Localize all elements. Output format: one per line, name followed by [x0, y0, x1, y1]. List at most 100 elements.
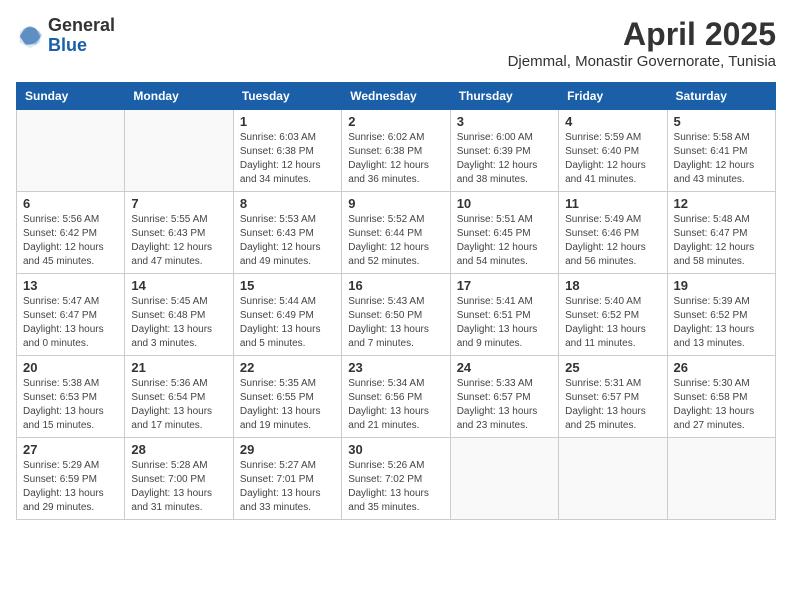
logo: General Blue — [16, 16, 115, 56]
day-number: 22 — [240, 360, 335, 375]
day-info: Sunrise: 5:51 AM Sunset: 6:45 PM Dayligh… — [457, 213, 552, 269]
day-info: Sunrise: 5:56 AM Sunset: 6:42 PM Dayligh… — [23, 213, 118, 269]
day-number: 16 — [348, 278, 443, 293]
calendar-cell: 12 Sunrise: 5:48 AM Sunset: 6:47 PM Dayli… — [667, 192, 775, 274]
calendar-cell: 15 Sunrise: 5:44 AM Sunset: 6:49 PM Dayli… — [233, 274, 341, 356]
day-info: Sunrise: 5:38 AM Sunset: 6:53 PM Dayligh… — [23, 377, 118, 433]
day-number: 23 — [348, 360, 443, 375]
day-number: 26 — [674, 360, 769, 375]
calendar-cell: 8 Sunrise: 5:53 AM Sunset: 6:43 PM Daylig… — [233, 192, 341, 274]
day-number: 17 — [457, 278, 552, 293]
calendar-cell: 30Sunrise: 5:26 AM Sunset: 7:02 PM Dayli… — [342, 438, 450, 520]
calendar-cell: 10 Sunrise: 5:51 AM Sunset: 6:45 PM Dayli… — [450, 192, 558, 274]
calendar-week-2: 6 Sunrise: 5:56 AM Sunset: 6:42 PM Daylig… — [17, 192, 776, 274]
calendar-cell: 27Sunrise: 5:29 AM Sunset: 6:59 PM Dayli… — [17, 438, 125, 520]
weekday-header-sunday: Sunday — [17, 83, 125, 110]
weekday-header-row: SundayMondayTuesdayWednesdayThursdayFrid… — [17, 83, 776, 110]
calendar-cell: 20 Sunrise: 5:38 AM Sunset: 6:53 PM Dayli… — [17, 356, 125, 438]
day-number: 29 — [240, 442, 335, 457]
day-info: Sunrise: 5:59 AM Sunset: 6:40 PM Dayligh… — [565, 131, 660, 187]
weekday-header-friday: Friday — [559, 83, 667, 110]
calendar-cell: 25 Sunrise: 5:31 AM Sunset: 6:57 PM Dayli… — [559, 356, 667, 438]
calendar-body: 1 Sunrise: 6:03 AM Sunset: 6:38 PM Daylig… — [17, 110, 776, 520]
day-info: Sunrise: 5:53 AM Sunset: 6:43 PM Dayligh… — [240, 213, 335, 269]
day-number: 19 — [674, 278, 769, 293]
day-number: 7 — [131, 196, 226, 211]
calendar-table: SundayMondayTuesdayWednesdayThursdayFrid… — [16, 82, 776, 520]
day-number: 9 — [348, 196, 443, 211]
day-number: 5 — [674, 114, 769, 129]
day-info: Sunrise: 5:44 AM Sunset: 6:49 PM Dayligh… — [240, 295, 335, 351]
weekday-header-saturday: Saturday — [667, 83, 775, 110]
day-number: 4 — [565, 114, 660, 129]
calendar-cell — [450, 438, 558, 520]
day-info: Sunrise: 5:43 AM Sunset: 6:50 PM Dayligh… — [348, 295, 443, 351]
day-number: 8 — [240, 196, 335, 211]
calendar-cell: 11Sunrise: 5:49 AM Sunset: 6:46 PM Dayli… — [559, 192, 667, 274]
day-info: Sunrise: 6:00 AM Sunset: 6:39 PM Dayligh… — [457, 131, 552, 187]
calendar-week-1: 1 Sunrise: 6:03 AM Sunset: 6:38 PM Daylig… — [17, 110, 776, 192]
calendar-cell: 24Sunrise: 5:33 AM Sunset: 6:57 PM Dayli… — [450, 356, 558, 438]
calendar-cell: 28 Sunrise: 5:28 AM Sunset: 7:00 PM Dayli… — [125, 438, 233, 520]
day-info: Sunrise: 6:03 AM Sunset: 6:38 PM Dayligh… — [240, 131, 335, 187]
weekday-header-tuesday: Tuesday — [233, 83, 341, 110]
day-number: 15 — [240, 278, 335, 293]
day-info: Sunrise: 6:02 AM Sunset: 6:38 PM Dayligh… — [348, 131, 443, 187]
page-header: General Blue April 2025 Djemmal, Monasti… — [16, 16, 776, 70]
calendar-cell: 16 Sunrise: 5:43 AM Sunset: 6:50 PM Dayli… — [342, 274, 450, 356]
logo-text: General Blue — [48, 16, 115, 56]
day-info: Sunrise: 5:27 AM Sunset: 7:01 PM Dayligh… — [240, 459, 335, 515]
month-title: April 2025 — [508, 16, 776, 53]
day-number: 20 — [23, 360, 118, 375]
calendar-header: SundayMondayTuesdayWednesdayThursdayFrid… — [17, 83, 776, 110]
calendar-week-5: 27Sunrise: 5:29 AM Sunset: 6:59 PM Dayli… — [17, 438, 776, 520]
day-info: Sunrise: 5:45 AM Sunset: 6:48 PM Dayligh… — [131, 295, 226, 351]
weekday-header-monday: Monday — [125, 83, 233, 110]
day-number: 3 — [457, 114, 552, 129]
logo-icon — [16, 22, 44, 50]
calendar-cell: 14 Sunrise: 5:45 AM Sunset: 6:48 PM Dayli… — [125, 274, 233, 356]
calendar-cell: 21 Sunrise: 5:36 AM Sunset: 6:54 PM Dayli… — [125, 356, 233, 438]
title-block: April 2025 Djemmal, Monastir Governorate… — [508, 16, 776, 70]
calendar-cell: 9 Sunrise: 5:52 AM Sunset: 6:44 PM Daylig… — [342, 192, 450, 274]
calendar-week-4: 20 Sunrise: 5:38 AM Sunset: 6:53 PM Dayli… — [17, 356, 776, 438]
calendar-cell: 17 Sunrise: 5:41 AM Sunset: 6:51 PM Dayli… — [450, 274, 558, 356]
day-number: 21 — [131, 360, 226, 375]
calendar-cell: 4 Sunrise: 5:59 AM Sunset: 6:40 PM Daylig… — [559, 110, 667, 192]
day-info: Sunrise: 5:49 AM Sunset: 6:46 PM Dayligh… — [565, 213, 660, 269]
calendar-cell: 13Sunrise: 5:47 AM Sunset: 6:47 PM Dayli… — [17, 274, 125, 356]
day-info: Sunrise: 5:52 AM Sunset: 6:44 PM Dayligh… — [348, 213, 443, 269]
day-info: Sunrise: 5:55 AM Sunset: 6:43 PM Dayligh… — [131, 213, 226, 269]
day-info: Sunrise: 5:28 AM Sunset: 7:00 PM Dayligh… — [131, 459, 226, 515]
day-info: Sunrise: 5:30 AM Sunset: 6:58 PM Dayligh… — [674, 377, 769, 433]
day-number: 13 — [23, 278, 118, 293]
calendar-week-3: 13Sunrise: 5:47 AM Sunset: 6:47 PM Dayli… — [17, 274, 776, 356]
day-number: 10 — [457, 196, 552, 211]
calendar-cell: 5Sunrise: 5:58 AM Sunset: 6:41 PM Daylig… — [667, 110, 775, 192]
day-number: 6 — [23, 196, 118, 211]
day-info: Sunrise: 5:48 AM Sunset: 6:47 PM Dayligh… — [674, 213, 769, 269]
day-number: 25 — [565, 360, 660, 375]
day-info: Sunrise: 5:39 AM Sunset: 6:52 PM Dayligh… — [674, 295, 769, 351]
calendar-cell: 26 Sunrise: 5:30 AM Sunset: 6:58 PM Dayli… — [667, 356, 775, 438]
day-info: Sunrise: 5:33 AM Sunset: 6:57 PM Dayligh… — [457, 377, 552, 433]
day-info: Sunrise: 5:31 AM Sunset: 6:57 PM Dayligh… — [565, 377, 660, 433]
day-number: 2 — [348, 114, 443, 129]
location-subtitle: Djemmal, Monastir Governorate, Tunisia — [508, 53, 776, 70]
day-info: Sunrise: 5:40 AM Sunset: 6:52 PM Dayligh… — [565, 295, 660, 351]
calendar-cell: 1 Sunrise: 6:03 AM Sunset: 6:38 PM Daylig… — [233, 110, 341, 192]
calendar-cell — [17, 110, 125, 192]
day-info: Sunrise: 5:36 AM Sunset: 6:54 PM Dayligh… — [131, 377, 226, 433]
day-info: Sunrise: 5:41 AM Sunset: 6:51 PM Dayligh… — [457, 295, 552, 351]
logo-blue: Blue — [48, 35, 87, 55]
day-number: 1 — [240, 114, 335, 129]
calendar-cell: 19 Sunrise: 5:39 AM Sunset: 6:52 PM Dayli… — [667, 274, 775, 356]
calendar-cell: 18Sunrise: 5:40 AM Sunset: 6:52 PM Dayli… — [559, 274, 667, 356]
day-number: 27 — [23, 442, 118, 457]
calendar-cell — [125, 110, 233, 192]
day-info: Sunrise: 5:26 AM Sunset: 7:02 PM Dayligh… — [348, 459, 443, 515]
day-number: 14 — [131, 278, 226, 293]
day-number: 28 — [131, 442, 226, 457]
logo-general: General — [48, 15, 115, 35]
day-number: 12 — [674, 196, 769, 211]
